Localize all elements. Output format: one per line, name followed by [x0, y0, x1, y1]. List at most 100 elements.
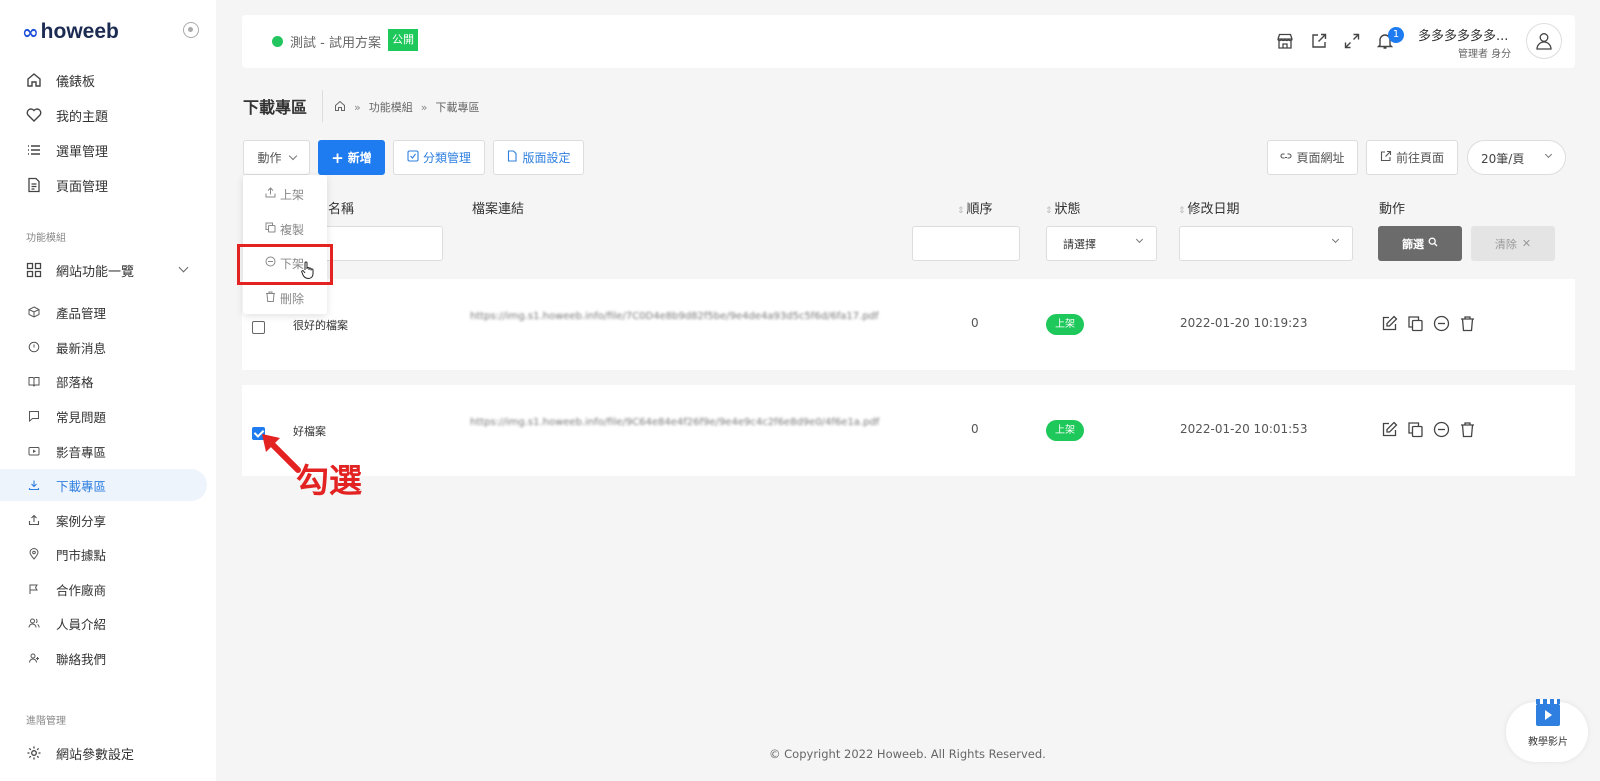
sort-icon: ⇕ [1178, 206, 1186, 216]
table-row: 很好的檔案 https://img.s1.howeeb.info/file/7C… [242, 279, 1575, 370]
menu-item-delete[interactable]: 刪除 [243, 281, 327, 315]
chat-icon [28, 410, 40, 422]
name-filter-input[interactable] [320, 226, 443, 261]
contact-icon [28, 652, 40, 664]
row-order: 0 [971, 422, 979, 436]
edit-icon[interactable] [1380, 314, 1398, 332]
goto-page-button[interactable]: 前往頁面 [1366, 140, 1458, 175]
add-button-label: 新增 [347, 151, 372, 165]
action-dropdown-button[interactable]: 動作 [243, 140, 310, 175]
sidebar-item-module-group[interactable]: 網站功能一覽 [0, 254, 207, 286]
download-icon [28, 479, 40, 491]
sidebar-item-video[interactable]: 影音專區 [0, 435, 207, 467]
column-header-date[interactable]: ⇕ 修改日期 [1178, 198, 1240, 217]
copy-icon[interactable] [1406, 420, 1424, 438]
fullscreen-icon[interactable] [1343, 32, 1361, 50]
sidebar-item-blog[interactable]: 部落格 [0, 365, 207, 397]
sidebar-item-label: 產品管理 [56, 305, 107, 321]
chevron-down-icon [1544, 150, 1553, 159]
menu-item-label: 上架 [280, 187, 305, 202]
user-name[interactable]: 多多多多多多... [1418, 25, 1508, 44]
external-link-icon[interactable] [1310, 32, 1328, 50]
breadcrumb-separator: » [354, 100, 361, 114]
table-row: 好檔案 https://img.s1.howeeb.info/file/9C64… [242, 385, 1575, 476]
top-bar: 測試 - 試用方案 公開 1 多多多多多多... 管理者 身分 [242, 15, 1575, 68]
sidebar-item-label: 下載專區 [56, 478, 107, 494]
sidebar-collapse-icon[interactable] [183, 22, 199, 38]
row-file-link[interactable]: https://img.s1.howeeb.info/file/9C64e84e… [470, 416, 900, 430]
status-filter-select[interactable]: 請選擇 [1046, 226, 1157, 261]
close-icon: ✕ [1521, 237, 1532, 250]
sidebar-item-products[interactable]: 產品管理 [0, 296, 207, 328]
status-badge: 上架 [1046, 420, 1084, 441]
add-button[interactable]: + 新增 [318, 140, 385, 175]
sidebar-item-cases[interactable]: 案例分享 [0, 504, 207, 536]
sidebar-item-faq[interactable]: 常見問題 [0, 400, 207, 432]
logo-mark: ∞ [22, 20, 39, 44]
clear-button-label: 清除 [1494, 237, 1517, 251]
logo[interactable]: ∞ howeeb [22, 20, 119, 44]
section-label-modules: 功能模組 [26, 233, 66, 244]
row-order: 0 [971, 316, 979, 330]
status-badge: 上架 [1046, 314, 1084, 335]
menu-item-copy[interactable]: 複製 [243, 212, 327, 246]
sidebar-item-contact[interactable]: 聯絡我們 [0, 642, 207, 674]
clear-button[interactable]: 清除 ✕ [1471, 226, 1555, 261]
sidebar-item-label: 最新消息 [56, 340, 107, 356]
video-icon [28, 445, 40, 457]
trash-icon[interactable] [1458, 314, 1476, 332]
layout-button[interactable]: 版面設定 [493, 140, 584, 175]
sidebar-item-stores[interactable]: 門市據點 [0, 538, 207, 570]
date-filter-select[interactable] [1179, 226, 1353, 261]
sidebar-item-downloads[interactable]: 下載專區 [0, 469, 207, 501]
site-status-dot [272, 36, 283, 47]
column-header-order[interactable]: ⇕ 順序 [957, 198, 993, 217]
unpublish-icon[interactable] [1432, 314, 1450, 332]
edit-icon[interactable] [1380, 420, 1398, 438]
filter-button[interactable]: 篩選 [1378, 226, 1462, 261]
sidebar-item-news[interactable]: 最新消息 [0, 331, 207, 363]
tutorial-video-button[interactable]: 教學影片 [1506, 699, 1588, 762]
flag-icon [28, 583, 40, 595]
unpublish-icon[interactable] [1432, 420, 1450, 438]
hand-cursor-icon [301, 261, 315, 283]
home-icon [26, 72, 42, 88]
page-size-select[interactable]: 20筆/頁 [1467, 140, 1566, 175]
sidebar-item-my-theme[interactable]: 我的主題 [0, 99, 207, 131]
copy-icon[interactable] [1406, 314, 1424, 332]
trash-icon[interactable] [1458, 420, 1476, 438]
breadcrumb-separator: » [420, 100, 428, 114]
sidebar-item-label: 人員介紹 [56, 616, 107, 632]
order-filter-input[interactable] [912, 226, 1020, 261]
row-name: 很好的檔案 [293, 319, 348, 332]
public-badge: 公開 [388, 29, 418, 51]
category-button[interactable]: 分類管理 [393, 140, 485, 175]
breadcrumb-item[interactable]: 功能模組 [369, 99, 413, 115]
avatar[interactable] [1526, 23, 1562, 59]
row-checkbox[interactable] [252, 321, 265, 334]
sidebar-item-menu[interactable]: 選單管理 [0, 134, 207, 166]
chevron-down-icon [1135, 235, 1144, 244]
sidebar-item-partners[interactable]: 合作廠商 [0, 573, 207, 605]
user-role: 管理者 身分 [1458, 49, 1512, 60]
menu-item-publish[interactable]: 上架 [243, 177, 327, 211]
sidebar-item-dashboard[interactable]: 儀錶板 [0, 64, 207, 96]
file-icon [506, 150, 518, 165]
sidebar-item-label: 儀錶板 [56, 74, 96, 90]
sort-icon: ⇕ [957, 206, 965, 216]
goto-page-button-label: 前往頁面 [1395, 151, 1444, 165]
home-icon[interactable] [334, 100, 346, 115]
sidebar-item-settings[interactable]: 網站參數設定 [0, 737, 207, 769]
grid-icon [26, 262, 42, 278]
page-url-button[interactable]: 頁面網址 [1267, 140, 1358, 175]
column-header-status[interactable]: ⇕ 狀態 [1045, 198, 1081, 217]
store-icon[interactable] [1276, 32, 1294, 50]
sidebar-item-team[interactable]: 人員介紹 [0, 607, 207, 639]
row-file-link[interactable]: https://img.s1.howeeb.info/file/7C0D4e8b… [470, 310, 900, 324]
row-date: 2022-01-20 10:19:23 [1180, 316, 1308, 330]
copy-icon [265, 222, 276, 236]
action-button-label: 動作 [257, 151, 282, 165]
video-clapper-icon [1536, 699, 1560, 726]
sidebar-item-label: 影音專區 [56, 444, 107, 460]
sidebar-item-pages[interactable]: 頁面管理 [0, 169, 207, 201]
